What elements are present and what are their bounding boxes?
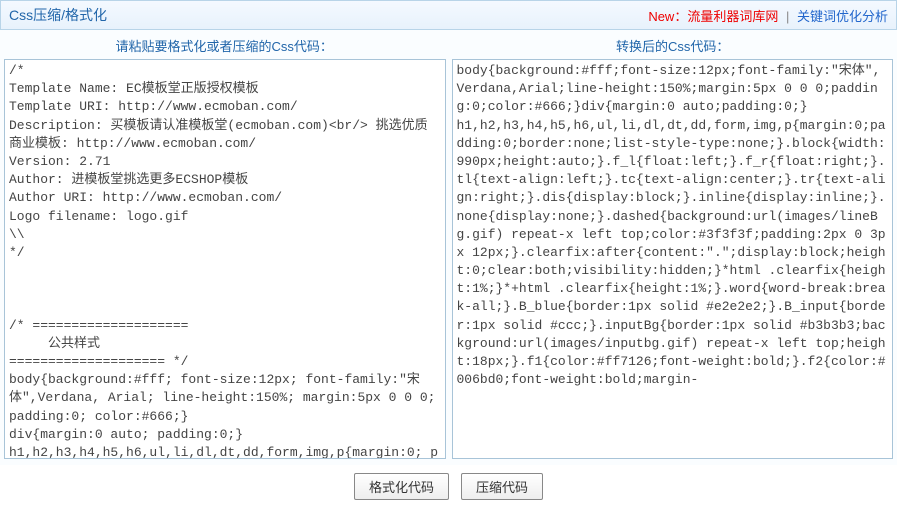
- output-label: 转换后的Css代码：: [449, 36, 897, 55]
- compress-button[interactable]: 压缩代码: [461, 473, 543, 500]
- output-css-textarea[interactable]: [452, 59, 894, 459]
- page-title: Css压缩/格式化: [9, 5, 107, 25]
- labels-row: 请粘贴要格式化或者压缩的Css代码： 转换后的Css代码：: [0, 30, 897, 59]
- header-bar: Css压缩/格式化 New：流量利器词库网 | 关键词优化分析: [0, 0, 897, 30]
- format-button[interactable]: 格式化代码: [354, 473, 449, 500]
- buttons-row: 格式化代码 压缩代码: [0, 465, 897, 510]
- input-css-textarea[interactable]: [4, 59, 446, 459]
- new-label: New：: [648, 9, 687, 24]
- link-separator: |: [786, 9, 789, 24]
- link-keyword-analysis[interactable]: 关键词优化分析: [797, 9, 888, 24]
- code-panels: [0, 59, 897, 465]
- link-ciku[interactable]: 流量利器词库网: [687, 9, 778, 24]
- input-label: 请粘贴要格式化或者压缩的Css代码：: [0, 36, 449, 55]
- header-links: New：流量利器词库网 | 关键词优化分析: [648, 6, 888, 25]
